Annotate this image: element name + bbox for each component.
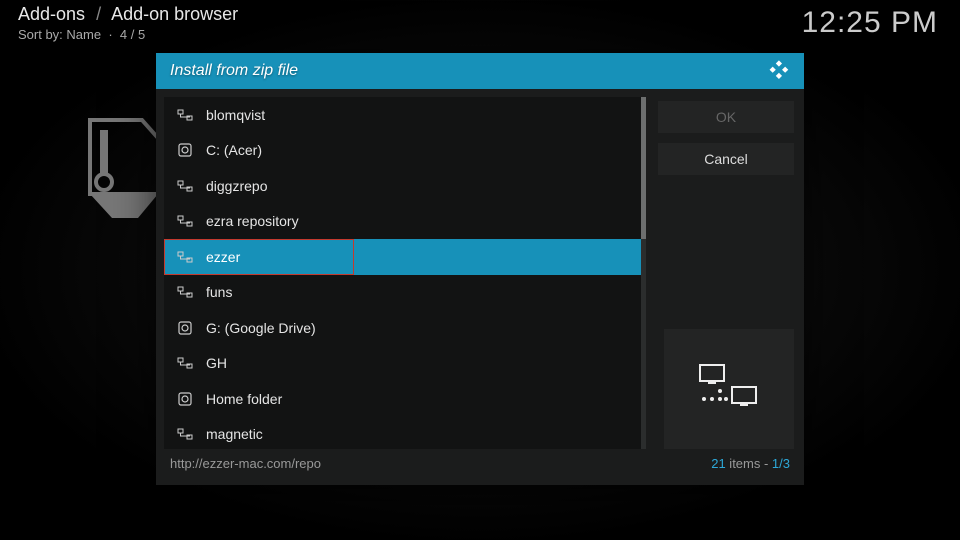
crumb-addons[interactable]: Add-ons <box>18 4 85 24</box>
drive-icon <box>176 143 194 157</box>
file-row-label: magnetic <box>206 426 263 442</box>
network-icon <box>176 285 194 299</box>
network-icon <box>176 250 194 264</box>
network-icon <box>176 427 194 441</box>
ok-button[interactable]: OK <box>658 101 794 133</box>
file-row-label: G: (Google Drive) <box>206 320 316 336</box>
file-row-gh[interactable]: GH <box>164 346 646 382</box>
file-row-diggzrepo[interactable]: diggzrepo <box>164 168 646 204</box>
file-row-magnetic[interactable]: magnetic <box>164 417 646 450</box>
kodi-logo-icon <box>768 58 790 85</box>
file-row-label: ezzer <box>206 249 240 265</box>
file-row-c-acer-[interactable]: C: (Acer) <box>164 133 646 169</box>
zip-file-icon <box>84 118 164 238</box>
file-row-label: blomqvist <box>206 107 265 123</box>
file-row-label: ezra repository <box>206 213 299 229</box>
network-icon <box>176 108 194 122</box>
file-row-label: C: (Acer) <box>206 142 262 158</box>
network-icon <box>176 214 194 228</box>
scrollbar[interactable] <box>641 97 646 449</box>
file-row-label: GH <box>206 355 227 371</box>
network-icon <box>176 356 194 370</box>
file-row-funs[interactable]: funs <box>164 275 646 311</box>
file-row-ezra-repository[interactable]: ezra repository <box>164 204 646 240</box>
crumb-sep: / <box>96 4 101 24</box>
drive-icon <box>176 321 194 335</box>
cancel-button[interactable]: Cancel <box>658 143 794 175</box>
crumb-browser[interactable]: Add-on browser <box>111 4 238 24</box>
file-list-pane: blomqvist C: (Acer) diggzrepo ezra reposito… <box>164 97 646 449</box>
dialog-title: Install from zip file <box>170 62 298 80</box>
file-row-blomqvist[interactable]: blomqvist <box>164 97 646 133</box>
install-zip-dialog: Install from zip file blomqvist C: (Acer)… <box>156 53 804 485</box>
file-row-ezzer[interactable]: ezzer <box>164 239 354 275</box>
preview-thumbnail <box>664 329 794 449</box>
sort-count: 4 / 5 <box>120 27 145 42</box>
dialog-footer: http://ezzer-mac.com/repo 21 items - 1/3 <box>156 449 804 477</box>
file-row-label: diggzrepo <box>206 178 268 194</box>
file-row-label: Home folder <box>206 391 282 407</box>
drive-icon <box>176 392 194 406</box>
footer-path: http://ezzer-mac.com/repo <box>170 456 321 471</box>
file-row-home-folder[interactable]: Home folder <box>164 381 646 417</box>
clock: 12:25 PM <box>802 6 938 40</box>
network-icon <box>176 179 194 193</box>
file-row-label: funs <box>206 284 232 300</box>
footer-count: 21 items - 1/3 <box>711 456 790 471</box>
sort-label[interactable]: Sort by: Name <box>18 27 101 42</box>
dialog-header: Install from zip file <box>156 53 804 89</box>
file-row-g-google-drive-[interactable]: G: (Google Drive) <box>164 310 646 346</box>
